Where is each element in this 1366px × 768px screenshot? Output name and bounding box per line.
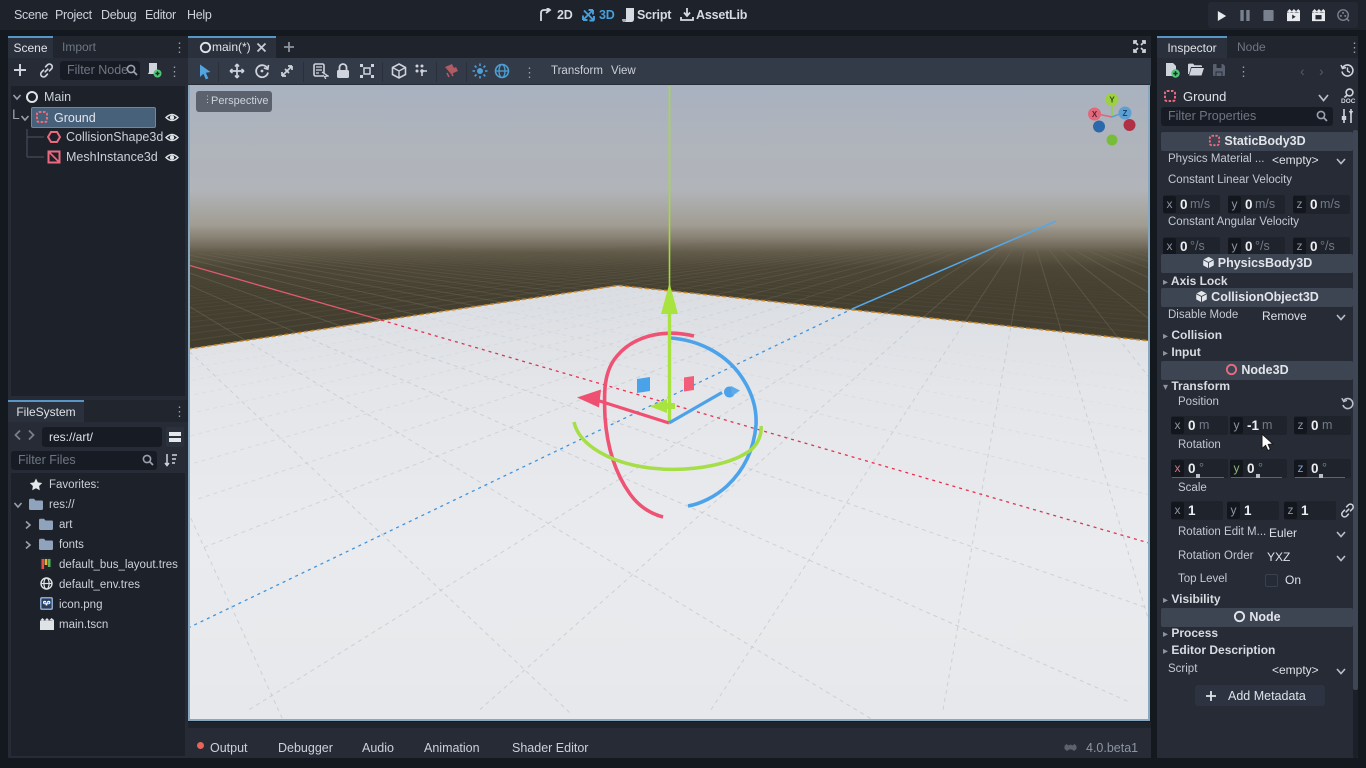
svg-text:Z: Z (1123, 109, 1128, 118)
svg-text:Y: Y (1109, 96, 1115, 105)
svg-text:X: X (1092, 110, 1098, 119)
svg-text:DOC: DOC (1341, 98, 1356, 104)
